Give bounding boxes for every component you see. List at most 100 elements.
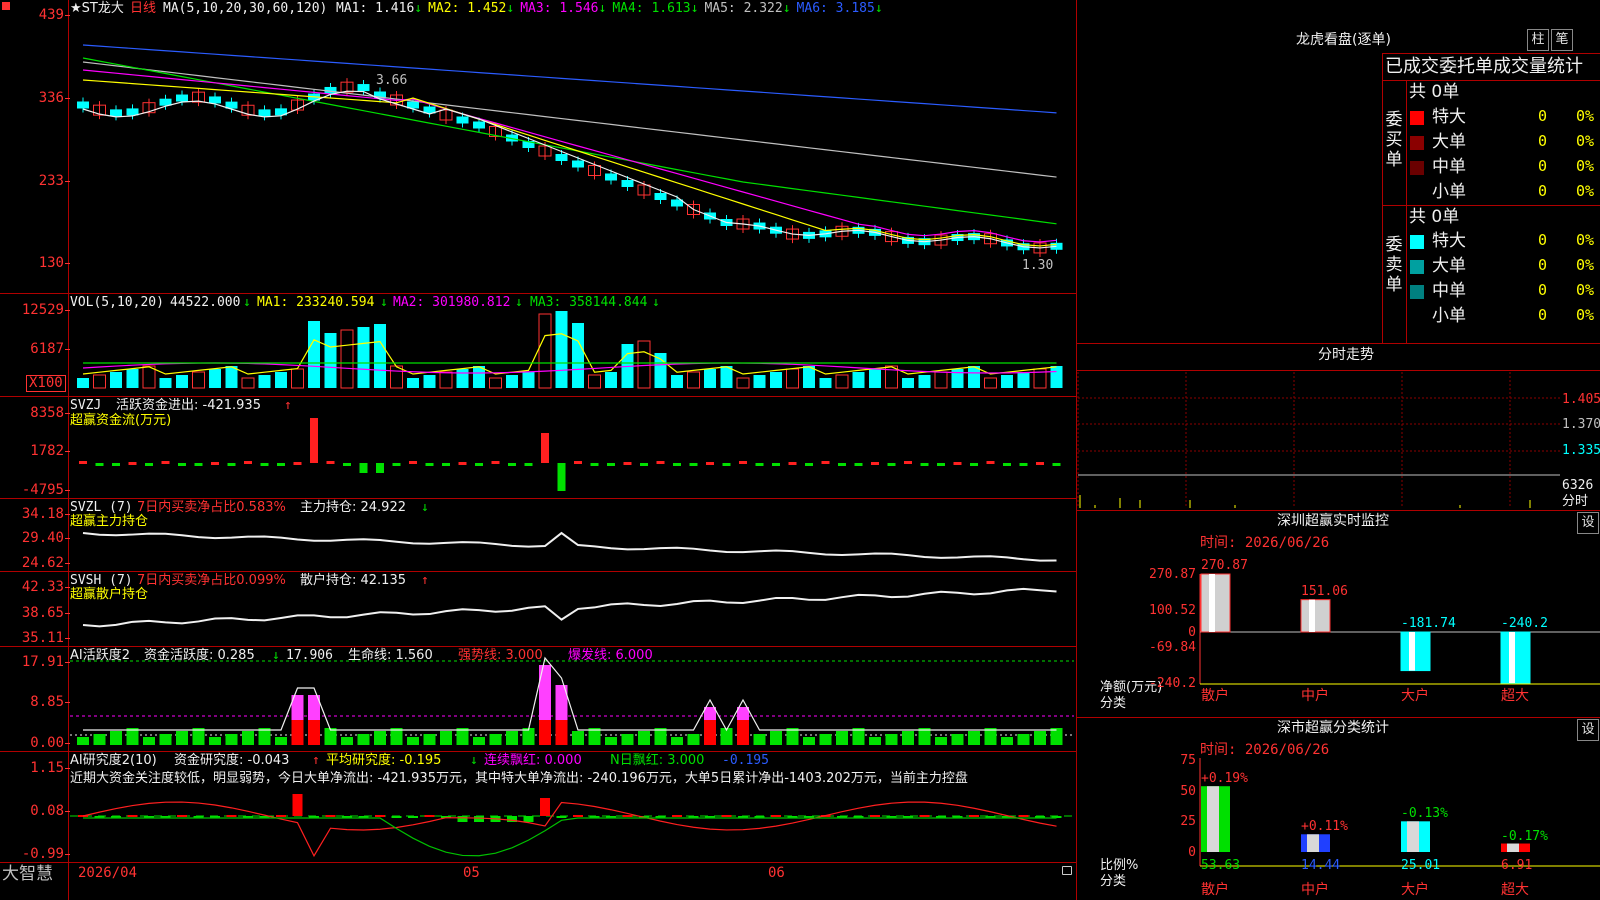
classify-change: +0.19% [1201, 771, 1248, 787]
order-size-label: 小单 [1432, 182, 1466, 202]
column-mode-button[interactable]: 柱 [1527, 29, 1549, 51]
ma4-line [82, 57, 1057, 225]
legend-swatch [1410, 310, 1424, 324]
flow-bar [953, 462, 962, 465]
activity-bar [440, 731, 452, 745]
volume-bar [390, 365, 403, 389]
order-percent: 0% [1576, 256, 1595, 274]
monitor-bar [1300, 599, 1331, 633]
volume-bar [918, 375, 931, 388]
svsh-tick: 42.33 [0, 579, 70, 595]
ai2-tick: -0.99 [0, 846, 70, 862]
svzj-value: 活跃资金进出: -421.935 [116, 398, 261, 413]
flow-bar [277, 463, 285, 466]
ai2-tick: 0.08 [0, 803, 70, 819]
order-count: 0 [1538, 107, 1548, 125]
classify-tick: 50 [1180, 783, 1196, 799]
flow-bar [623, 462, 632, 465]
volume-bar [159, 378, 172, 388]
divider [1382, 205, 1600, 206]
ai2-avg: 平均研究度: -0.195 [326, 753, 442, 768]
flow-bar [491, 461, 500, 464]
svzl-tick: 34.18 [0, 506, 70, 522]
candle-down [555, 154, 568, 161]
ai1-life: 生命线: 1.560 [348, 648, 433, 663]
flow-bar [590, 463, 599, 466]
lock-icon[interactable] [1062, 866, 1072, 875]
price-tick: 130 [0, 255, 70, 271]
order-count: 0 [1538, 132, 1548, 150]
period-label[interactable]: 日线 [130, 1, 156, 16]
flow-bar [244, 461, 252, 464]
order-size-label: 特大 [1432, 231, 1466, 251]
volume-bar [1017, 372, 1030, 388]
flow-bar [838, 463, 846, 466]
flow-bar [557, 463, 566, 491]
volume-bar [704, 369, 716, 388]
tick-mode-button[interactable]: 笔 [1551, 29, 1573, 51]
volume-bar [241, 377, 255, 389]
date-label: 06 [768, 865, 785, 881]
flow-bar [986, 461, 995, 464]
ma1-line [82, 90, 1057, 249]
classify-bar-shine [1407, 821, 1419, 852]
flow-bar [442, 463, 450, 466]
legend-swatch [1410, 161, 1424, 175]
volume-bar [93, 374, 106, 389]
volume-bar [934, 371, 948, 389]
candle-down [621, 180, 634, 187]
volume-bar [192, 371, 205, 389]
activity-bar [176, 731, 188, 745]
order-percent: 0% [1576, 231, 1595, 249]
ai1-title: AI活跃度2 [70, 648, 130, 663]
activity-bar [1017, 734, 1030, 745]
ma-arrow: ↓ [874, 1, 883, 16]
divider [1382, 53, 1600, 54]
ai2-arrow: ↓ [470, 753, 478, 768]
order-count: 0 [1538, 306, 1548, 324]
flow-bar [475, 463, 483, 466]
flow-bar [640, 463, 648, 466]
flow-bar [161, 461, 170, 464]
svsh-title: SVSH (7) [70, 573, 133, 588]
order-size-label: 大单 [1432, 256, 1466, 276]
monitor-category: 大户 [1401, 688, 1429, 704]
main-hold-line [82, 531, 1057, 562]
intraday-vol-unit: 分时 [1562, 494, 1589, 509]
monitor-bar-shine [1209, 574, 1215, 632]
flow-bar [854, 463, 863, 466]
flow-bar [178, 463, 186, 466]
divider [1076, 370, 1600, 371]
activity-bar [473, 737, 485, 745]
classify-settings-button[interactable]: 设 [1577, 719, 1599, 741]
volume-bar [407, 378, 419, 388]
volume-bar [308, 321, 320, 388]
volume-bar [720, 366, 733, 388]
flow-bar [211, 462, 219, 465]
order-count: 0 [1538, 157, 1548, 175]
activity-bar [407, 737, 419, 745]
monitor-settings-button[interactable]: 设 [1577, 512, 1599, 534]
flow-bar [524, 463, 533, 466]
volume-bar [786, 368, 799, 389]
candle-down [110, 109, 122, 117]
order-size-label: 中单 [1432, 281, 1466, 301]
date-label: 05 [463, 865, 480, 881]
flow-bar [409, 461, 417, 464]
retail-hold-line [82, 587, 1057, 628]
activity-bar [951, 734, 964, 745]
monitor-category: 散户 [1201, 688, 1229, 704]
volume-bar [852, 372, 865, 388]
research-bar [457, 816, 468, 822]
vol-arrow: ↓ [652, 295, 660, 310]
research-bar [226, 815, 237, 817]
activity-bar [819, 734, 832, 745]
brand-label: 大智慧 [2, 864, 53, 884]
volume-bar [538, 313, 552, 389]
ma-params: MA(5,10,20,30,60,120) [163, 1, 328, 16]
volume-bar [456, 369, 469, 388]
activity-bar [836, 731, 848, 745]
volume-bar [473, 366, 485, 388]
date-label: 2026/04 [78, 865, 138, 881]
volume-bar [770, 372, 782, 388]
